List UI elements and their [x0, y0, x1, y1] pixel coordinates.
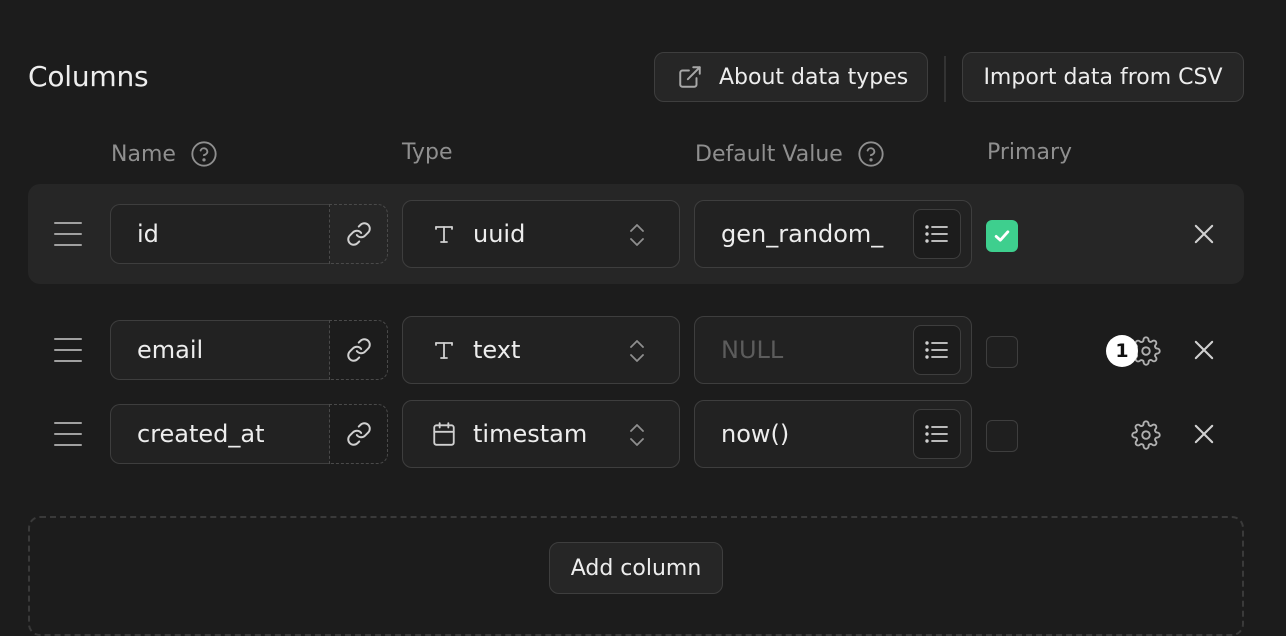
- link-icon: [346, 222, 371, 246]
- header-type: Type: [402, 140, 453, 165]
- header-name-label: Name: [111, 141, 176, 167]
- default-value-input[interactable]: NULL: [694, 316, 972, 384]
- column-type-value: text: [473, 336, 521, 364]
- header-name: Name: [111, 140, 218, 168]
- foreign-key-link-button[interactable]: [329, 204, 388, 264]
- primary-key-checkbox[interactable]: [986, 336, 1018, 368]
- column-name-input[interactable]: id: [110, 204, 330, 264]
- default-value-text: gen_random_: [721, 220, 884, 248]
- header-default-value-label: Default Value: [695, 141, 843, 167]
- text-type-icon: [429, 338, 459, 362]
- add-column-label: Add column: [570, 555, 702, 581]
- list-icon: [925, 225, 948, 243]
- default-value-suggestions-button[interactable]: [913, 409, 961, 459]
- remove-column-close-icon[interactable]: [1190, 336, 1218, 364]
- text-type-icon: [429, 222, 459, 246]
- column-type-value: timestam: [473, 420, 587, 448]
- column-type-select[interactable]: timestam: [402, 400, 680, 468]
- check-icon: [994, 230, 1010, 242]
- link-icon: [346, 422, 371, 446]
- foreign-key-link-button[interactable]: [329, 320, 388, 380]
- import-csv-button[interactable]: Import data from CSV: [962, 52, 1244, 102]
- notification-count-badge: 1: [1106, 335, 1138, 367]
- header-type-label: Type: [402, 140, 453, 165]
- default-value-placeholder: NULL: [721, 336, 784, 364]
- column-type-value: uuid: [473, 220, 526, 248]
- remove-column-close-icon[interactable]: [1190, 220, 1218, 248]
- chevrons-up-down-icon: [630, 424, 644, 446]
- add-column-button[interactable]: Add column: [549, 542, 723, 594]
- default-value-suggestions-button[interactable]: [913, 325, 961, 375]
- link-icon: [346, 338, 371, 362]
- primary-key-checkbox[interactable]: [986, 420, 1018, 452]
- chevrons-up-down-icon: [630, 340, 644, 362]
- default-value-help-icon[interactable]: [857, 140, 885, 168]
- header-default-value: Default Value: [695, 140, 885, 168]
- about-data-types-label: About data types: [719, 64, 909, 90]
- header-primary-label: Primary: [987, 140, 1073, 165]
- external-link-icon: [679, 66, 701, 88]
- list-icon: [925, 425, 948, 443]
- drag-handle-icon[interactable]: [54, 422, 82, 446]
- header-primary: Primary: [987, 140, 1072, 165]
- column-name-input[interactable]: created_at: [110, 404, 330, 464]
- about-data-types-button[interactable]: About data types: [654, 52, 928, 102]
- drag-handle-icon[interactable]: [54, 222, 82, 246]
- column-type-select[interactable]: uuid: [402, 200, 680, 268]
- toolbar-divider: [944, 56, 946, 102]
- list-icon: [925, 341, 948, 359]
- column-name-input[interactable]: email: [110, 320, 330, 380]
- default-value-suggestions-button[interactable]: [913, 209, 961, 259]
- calendar-icon: [429, 421, 459, 447]
- remove-column-close-icon[interactable]: [1190, 420, 1218, 448]
- section-title: Columns: [28, 60, 149, 93]
- chevrons-up-down-icon: [630, 224, 644, 246]
- default-value-input[interactable]: gen_random_: [694, 200, 972, 268]
- default-value-input[interactable]: now(): [694, 400, 972, 468]
- import-csv-label: Import data from CSV: [983, 64, 1223, 90]
- drag-handle-icon[interactable]: [54, 338, 82, 362]
- foreign-key-link-button[interactable]: [329, 404, 388, 464]
- name-help-icon[interactable]: [190, 140, 218, 168]
- primary-key-checkbox[interactable]: [986, 220, 1018, 252]
- gear-icon[interactable]: [1131, 420, 1161, 450]
- default-value-text: now(): [721, 420, 790, 448]
- column-type-select[interactable]: text: [402, 316, 680, 384]
